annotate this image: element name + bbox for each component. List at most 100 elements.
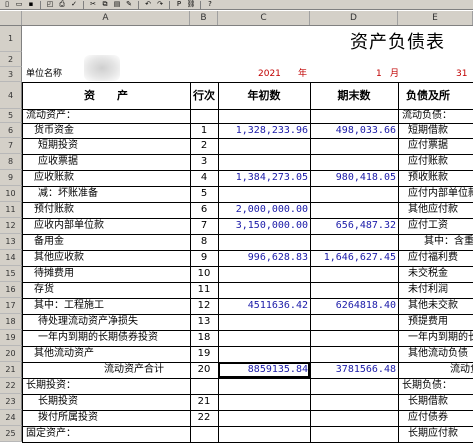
asset-row-no[interactable] (190, 378, 218, 394)
asset-row-no[interactable]: 10 (190, 266, 218, 282)
paste-icon[interactable]: ▤ (112, 0, 122, 9)
asset-begin-value[interactable]: 1,328,233.96 (218, 123, 310, 138)
asset-end-value[interactable]: 3781566.48 (310, 362, 398, 378)
cut-icon[interactable]: ✂ (88, 0, 98, 9)
asset-label[interactable]: 待处理流动资产净损失 (36, 314, 190, 330)
help-icon[interactable]: ? (205, 0, 215, 9)
asset-end-value[interactable] (310, 330, 398, 346)
asset-row-no[interactable]: 18 (190, 330, 218, 346)
liability-label[interactable]: 应付债券 (406, 410, 473, 426)
save-icon[interactable]: ▪ (26, 0, 36, 9)
asset-end-value[interactable] (310, 234, 398, 250)
liability-label[interactable]: 其他应付款 (406, 202, 473, 218)
row-header-25[interactable]: 25 (0, 426, 22, 442)
select-all-corner[interactable] (0, 11, 22, 25)
asset-begin-value[interactable] (218, 109, 310, 123)
copy-icon[interactable]: ⧉ (100, 0, 110, 9)
row-header-3[interactable]: 3 (0, 67, 22, 82)
liability-label[interactable]: 未交税金 (406, 266, 473, 282)
asset-row-no[interactable]: 13 (190, 314, 218, 330)
row-header-2[interactable]: 2 (0, 52, 22, 67)
asset-label[interactable]: 货币资金 (32, 123, 190, 138)
format-painter-icon[interactable]: ✎ (124, 0, 134, 9)
liability-label[interactable]: 预提费用 (406, 314, 473, 330)
asset-label[interactable]: 其他流动资产 (32, 346, 190, 362)
row-header-19[interactable]: 19 (0, 330, 22, 346)
asset-label[interactable]: 其他应收款 (32, 250, 190, 266)
asset-row-no[interactable]: 1 (190, 123, 218, 138)
liability-label[interactable]: 应付账款 (406, 154, 473, 170)
hyperlink-icon[interactable]: ⛓ (186, 0, 196, 9)
liability-label[interactable]: 未付利润 (406, 282, 473, 298)
row-header-21[interactable]: 21 (0, 362, 22, 378)
liability-label[interactable]: 其中：含重工 (422, 234, 473, 250)
column-header-d[interactable]: D (310, 11, 398, 25)
asset-begin-value[interactable]: 8859135.84 (218, 362, 310, 378)
asset-row-no[interactable]: 11 (190, 282, 218, 298)
asset-label[interactable]: 流动资产合计 (102, 362, 190, 378)
print-icon[interactable]: ⎙ (57, 0, 67, 9)
liability-label[interactable]: 长期负债： (400, 378, 473, 394)
row-header-16[interactable]: 16 (0, 282, 22, 298)
asset-label[interactable]: 应收票据 (36, 154, 190, 170)
asset-row-no[interactable]: 12 (190, 298, 218, 314)
row-header-10[interactable]: 10 (0, 186, 22, 202)
new-file-icon[interactable]: ▯ (2, 0, 12, 9)
asset-begin-value[interactable] (218, 266, 310, 282)
asset-end-value[interactable] (310, 202, 398, 218)
asset-label[interactable]: 待摊费用 (32, 266, 190, 282)
column-header-b[interactable]: B (190, 11, 218, 25)
row-header-1[interactable]: 1 (0, 26, 22, 52)
asset-row-no[interactable]: 2 (190, 138, 218, 154)
asset-label[interactable]: 预付账款 (32, 202, 190, 218)
asset-label[interactable]: 长期投资： (24, 378, 190, 394)
asset-label[interactable]: 一年内到期的长期债券投资 (36, 330, 190, 346)
asset-end-value[interactable] (310, 109, 398, 123)
liability-label[interactable]: 流动负 (448, 362, 473, 378)
asset-begin-value[interactable] (218, 154, 310, 170)
asset-label[interactable]: 固定资产： (24, 426, 190, 442)
asset-end-value[interactable] (310, 426, 398, 442)
liability-label[interactable]: 短期借款 (406, 123, 473, 138)
asset-end-value[interactable] (310, 154, 398, 170)
asset-end-value[interactable] (310, 378, 398, 394)
asset-begin-value[interactable] (218, 410, 310, 426)
liability-label[interactable]: 长期应付款 (406, 426, 473, 442)
asset-row-no[interactable]: 4 (190, 170, 218, 186)
asset-row-no[interactable]: 6 (190, 202, 218, 218)
asset-end-value[interactable] (310, 394, 398, 410)
liability-label[interactable]: 一年内到期的长 (406, 330, 473, 346)
row-header-22[interactable]: 22 (0, 378, 22, 394)
open-folder-icon[interactable]: ▭ (14, 0, 24, 9)
asset-label[interactable]: 其中：工程施工 (32, 298, 190, 314)
asset-begin-value[interactable]: 996,628.83 (218, 250, 310, 266)
column-header-e[interactable]: E (398, 11, 473, 25)
asset-label[interactable]: 减：坏账准备 (36, 186, 190, 202)
asset-end-value[interactable]: 1,646,627.45 (310, 250, 398, 266)
asset-begin-value[interactable]: 3,150,000.00 (218, 218, 310, 234)
asset-begin-value[interactable] (218, 234, 310, 250)
asset-begin-value[interactable]: 1,384,273.05 (218, 170, 310, 186)
liability-label[interactable]: 流动负债： (400, 109, 473, 123)
liability-label[interactable]: 其他未交款 (406, 298, 473, 314)
asset-row-no[interactable]: 19 (190, 346, 218, 362)
asset-begin-value[interactable] (218, 394, 310, 410)
row-header-12[interactable]: 12 (0, 218, 22, 234)
asset-row-no[interactable] (190, 109, 218, 123)
print-preview-icon[interactable]: ◰ (45, 0, 55, 9)
asset-row-no[interactable]: 20 (190, 362, 218, 378)
asset-label[interactable]: 存货 (32, 282, 190, 298)
asset-end-value[interactable] (310, 346, 398, 362)
asset-label[interactable]: 流动资产： (24, 109, 190, 123)
row-header-7[interactable]: 7 (0, 138, 22, 154)
asset-row-no[interactable]: 22 (190, 410, 218, 426)
asset-end-value[interactable] (310, 282, 398, 298)
liability-label[interactable]: 应付工资 (406, 218, 473, 234)
liability-label[interactable]: 预收账款 (406, 170, 473, 186)
asset-row-no[interactable]: 21 (190, 394, 218, 410)
asset-end-value[interactable] (310, 186, 398, 202)
bold-icon[interactable]: P (174, 0, 184, 9)
row-header-20[interactable]: 20 (0, 346, 22, 362)
asset-end-value[interactable]: 498,033.66 (310, 123, 398, 138)
row-header-11[interactable]: 11 (0, 202, 22, 218)
